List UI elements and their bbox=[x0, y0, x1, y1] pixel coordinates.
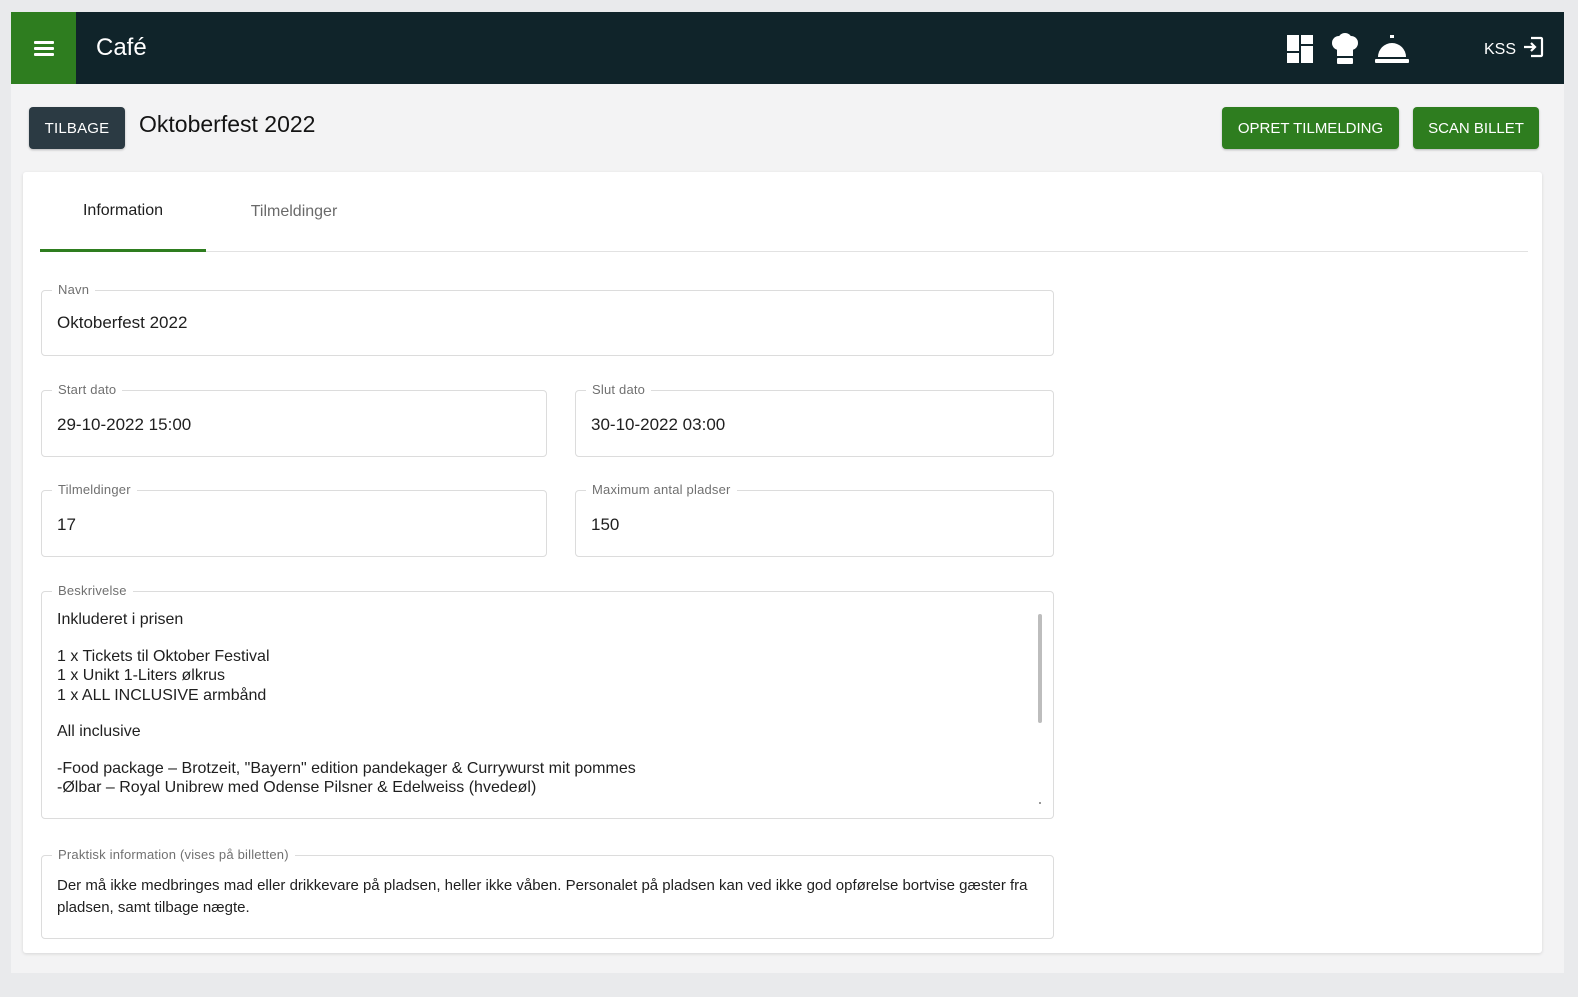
max-seats-value: 150 bbox=[591, 515, 620, 534]
menu-button[interactable] bbox=[11, 12, 76, 84]
description-label: Beskrivelse bbox=[52, 583, 133, 598]
description-line: Inkluderet i prisen bbox=[57, 611, 184, 628]
start-date-label: Start dato bbox=[52, 382, 123, 397]
description-text: Inkluderet i prisen 1 x Tickets til Okto… bbox=[57, 610, 1037, 800]
hamburger-icon bbox=[33, 41, 54, 56]
app-title: Café bbox=[96, 34, 147, 61]
end-date-value: 30-10-2022 03:00 bbox=[591, 415, 726, 434]
tab-information[interactable]: Information bbox=[40, 172, 206, 252]
description-line: 1 x ALL INCLUSIVE armbånd bbox=[57, 686, 267, 704]
description-line: 1 x Tickets til Oktober Festival bbox=[57, 647, 270, 665]
dashboard-icon[interactable] bbox=[1283, 33, 1317, 65]
page-title: Oktoberfest 2022 bbox=[139, 111, 316, 137]
registrations-value: 17 bbox=[57, 515, 76, 534]
description-line: All inclusive bbox=[57, 723, 141, 740]
start-date-field[interactable]: Start dato 29-10-2022 15:00 bbox=[41, 382, 547, 457]
top-icons bbox=[1283, 33, 1422, 65]
registrations-field[interactable]: Tilmeldinger 17 bbox=[41, 482, 547, 557]
service-bell-icon[interactable] bbox=[1373, 33, 1411, 65]
end-date-field[interactable]: Slut dato 30-10-2022 03:00 bbox=[575, 382, 1054, 457]
user-initials: KSS bbox=[1483, 40, 1516, 58]
practical-info-label: Praktisk information (vises på billetten… bbox=[52, 847, 295, 862]
end-date-label: Slut dato bbox=[586, 382, 652, 397]
max-seats-label: Maximum antal pladser bbox=[586, 482, 737, 497]
description-line: -Ølbar – Royal Unibrew med Odense Pilsne… bbox=[57, 779, 537, 796]
resize-handle[interactable] bbox=[1039, 802, 1041, 804]
page-header: TILBAGE Oktoberfest 2022 OPRET TILMELDIN… bbox=[29, 107, 1539, 149]
description-line: -Food package – Brotzeit, "Bayern" editi… bbox=[57, 759, 636, 777]
registrations-label: Tilmeldinger bbox=[52, 482, 137, 497]
user-logout[interactable]: KSS bbox=[1484, 36, 1544, 63]
start-date-value: 29-10-2022 15:00 bbox=[57, 415, 192, 434]
name-label: Navn bbox=[52, 282, 96, 297]
max-seats-field[interactable]: Maximum antal pladser 150 bbox=[575, 482, 1054, 557]
description-scrollbar[interactable] bbox=[1038, 614, 1042, 723]
app-window: Café KSS TILBAGE Oktoberfest 2022 OPRET … bbox=[11, 12, 1564, 973]
practical-info-value: Der må ikke medbringes mad eller drikkev… bbox=[57, 877, 1028, 916]
practical-info-field[interactable]: Praktisk information (vises på billetten… bbox=[41, 847, 1054, 939]
event-card: Information Tilmeldinger Navn Oktoberfes… bbox=[23, 172, 1542, 953]
tab-bar: Information Tilmeldinger bbox=[40, 172, 1528, 252]
chef-hat-icon[interactable] bbox=[1328, 33, 1362, 65]
name-field[interactable]: Navn Oktoberfest 2022 bbox=[41, 282, 1054, 356]
logout-icon bbox=[1522, 36, 1544, 63]
description-line: 1 x Unikt 1-Liters ølkrus bbox=[57, 667, 226, 684]
create-registration-button[interactable]: OPRET TILMELDING bbox=[1222, 107, 1399, 149]
name-value: Oktoberfest 2022 bbox=[57, 313, 188, 332]
top-bar: Café KSS bbox=[11, 12, 1564, 84]
back-button[interactable]: TILBAGE bbox=[29, 107, 125, 149]
description-textarea[interactable]: Beskrivelse Inkluderet i prisen 1 x Tick… bbox=[41, 583, 1054, 819]
tab-tilmeldinger[interactable]: Tilmeldinger bbox=[206, 172, 382, 252]
scan-ticket-button[interactable]: SCAN BILLET bbox=[1413, 107, 1539, 149]
